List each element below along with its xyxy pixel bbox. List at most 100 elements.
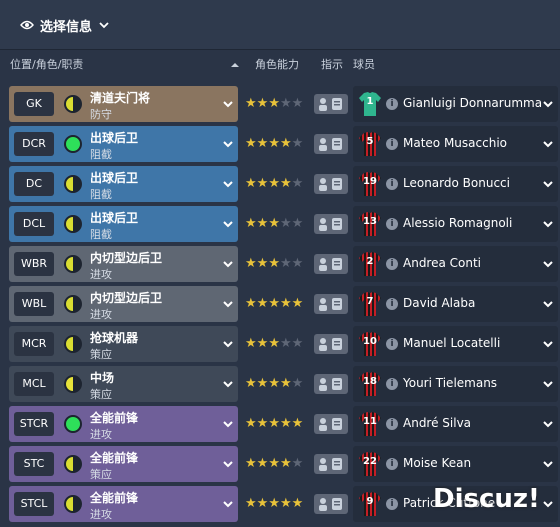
column-header-player[interactable]: 球员 (353, 55, 375, 75)
rating-star: ★ (245, 416, 257, 431)
role-selector[interactable]: WBR 内切型边后卫 进攻 (9, 246, 238, 282)
chevron-down-icon[interactable] (542, 258, 554, 270)
shirt-number: 9 (366, 496, 374, 507)
player-instructions-button[interactable] (314, 414, 348, 434)
column-header-instructions[interactable]: 指示 (321, 55, 343, 75)
role-ability-stars: ★ ★ ★ ★ ★ (245, 416, 303, 432)
player-selector[interactable]: 2 i Andrea Conti (353, 246, 558, 282)
role-selector[interactable]: STCR 全能前锋 进攻 (9, 406, 238, 442)
top-bar: 选择信息 (0, 0, 560, 50)
rating-star: ★ (268, 216, 280, 231)
role-selector[interactable]: DC 出球后卫 阻截 (9, 166, 238, 202)
player-instructions-button[interactable] (314, 374, 348, 394)
player-selector[interactable]: 11 i André Silva (353, 406, 558, 442)
column-header-position[interactable]: 位置/角色/职责 (10, 55, 83, 75)
role-selector[interactable]: DCL 出球后卫 阻截 (9, 206, 238, 242)
rating-star: ★ (245, 296, 257, 311)
rating-star: ★ (256, 416, 269, 431)
sort-ascending-icon[interactable] (230, 61, 240, 69)
duty-indicator-icon (64, 335, 82, 353)
info-icon[interactable]: i (386, 178, 398, 190)
rating-star: ★ (256, 256, 269, 271)
player-instructions-button[interactable] (314, 214, 348, 234)
role-duty: 策应 (90, 348, 112, 361)
role-selector[interactable]: STC 全能前锋 策应 (9, 446, 238, 482)
chevron-down-icon[interactable] (542, 418, 554, 430)
role-selector[interactable]: GK 清道夫门将 防守 (9, 86, 238, 122)
duty-indicator-icon (64, 255, 82, 273)
role-selector[interactable]: MCL 中场 策应 (9, 366, 238, 402)
chevron-down-icon[interactable] (222, 298, 234, 310)
player-instructions-button[interactable] (314, 494, 348, 514)
chevron-down-icon[interactable] (222, 178, 234, 190)
chevron-down-icon[interactable] (542, 338, 554, 350)
tactics-table: GK 清道夫门将 防守 ★ ★ ★ ★ ★ 1 i Gianluigi Donnarumma DCR 出… (0, 84, 560, 524)
player-selector[interactable]: 13 i Alessio Romagnoli (353, 206, 558, 242)
rating-star: ★ (256, 376, 269, 391)
eye-icon (20, 20, 34, 30)
chevron-down-icon[interactable] (222, 138, 234, 150)
rating-star: ★ (268, 376, 280, 391)
player-selector[interactable]: 7 i David Alaba (353, 286, 558, 322)
rating-star: ★ (245, 496, 257, 511)
info-icon[interactable]: i (386, 338, 398, 350)
player-instructions-button[interactable] (314, 294, 348, 314)
role-selector[interactable]: WBL 内切型边后卫 进攻 (9, 286, 238, 322)
chevron-down-icon[interactable] (222, 98, 234, 110)
player-instructions-button[interactable] (314, 334, 348, 354)
rating-star: ★ (291, 256, 304, 271)
info-icon[interactable]: i (386, 458, 398, 470)
chevron-down-icon[interactable] (542, 98, 554, 110)
player-selector[interactable]: 10 i Manuel Locatelli (353, 326, 558, 362)
info-icon[interactable]: i (386, 258, 398, 270)
chevron-down-icon[interactable] (542, 378, 554, 390)
chevron-down-icon[interactable] (542, 138, 554, 150)
chevron-down-icon[interactable] (542, 498, 554, 510)
chevron-down-icon[interactable] (222, 458, 234, 470)
player-selector[interactable]: 18 i Youri Tielemans (353, 366, 558, 402)
role-duty: 进攻 (90, 308, 112, 321)
info-icon[interactable]: i (386, 298, 398, 310)
chevron-down-icon[interactable] (542, 218, 554, 230)
role-selector[interactable]: MCR 抢球机器 策应 (9, 326, 238, 362)
rating-star: ★ (245, 376, 257, 391)
column-header-role-ability[interactable]: 角色能力 (255, 55, 299, 75)
role-ability-stars: ★ ★ ★ ★ ★ (245, 296, 303, 312)
role-selector[interactable]: STCL 全能前锋 进攻 (9, 486, 238, 522)
instructions-icon (319, 178, 342, 191)
role-name: 抢球机器 (90, 331, 139, 345)
chevron-down-icon[interactable] (222, 498, 234, 510)
rating-star: ★ (268, 296, 280, 311)
chevron-down-icon[interactable] (542, 298, 554, 310)
rating-star: ★ (291, 376, 304, 391)
info-icon[interactable]: i (386, 378, 398, 390)
select-info-dropdown[interactable]: 选择信息 (20, 14, 110, 36)
chevron-down-icon[interactable] (542, 178, 554, 190)
role-ability-stars: ★ ★ ★ ★ ★ (245, 176, 303, 192)
info-icon[interactable]: i (386, 138, 398, 150)
player-instructions-button[interactable] (314, 94, 348, 114)
player-selector[interactable]: 19 i Leonardo Bonucci (353, 166, 558, 202)
player-selector[interactable]: 1 i Gianluigi Donnarumma (353, 86, 558, 122)
role-selector[interactable]: DCR 出球后卫 阻截 (9, 126, 238, 162)
duty-indicator-icon (64, 495, 82, 513)
player-instructions-button[interactable] (314, 454, 348, 474)
player-instructions-button[interactable] (314, 134, 348, 154)
rating-star: ★ (291, 176, 304, 191)
info-icon[interactable]: i (386, 98, 398, 110)
chevron-down-icon[interactable] (222, 338, 234, 350)
chevron-down-icon[interactable] (222, 258, 234, 270)
role-name: 出球后卫 (90, 171, 139, 185)
chevron-down-icon[interactable] (542, 458, 554, 470)
info-icon[interactable]: i (386, 218, 398, 230)
duty-indicator-icon (64, 415, 82, 433)
chevron-down-icon[interactable] (222, 418, 234, 430)
chevron-down-icon[interactable] (222, 218, 234, 230)
player-instructions-button[interactable] (314, 174, 348, 194)
player-instructions-button[interactable] (314, 254, 348, 274)
info-icon[interactable]: i (386, 418, 398, 430)
info-icon[interactable]: i (386, 498, 398, 510)
player-selector[interactable]: 5 i Mateo Musacchio (353, 126, 558, 162)
chevron-down-icon[interactable] (222, 378, 234, 390)
player-selector[interactable]: 22 i Moise Kean (353, 446, 558, 482)
